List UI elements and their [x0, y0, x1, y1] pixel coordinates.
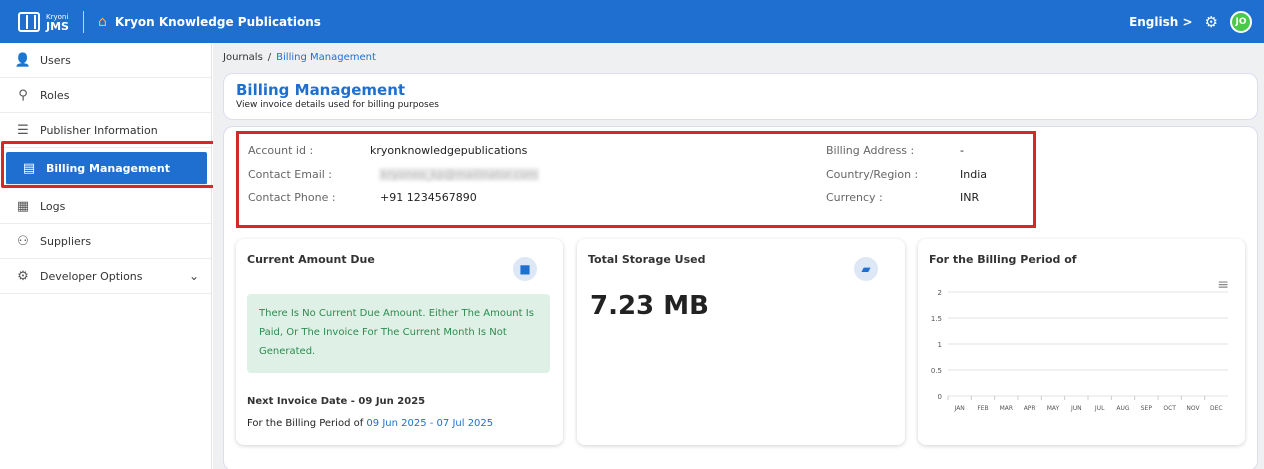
- suppliers-icon: ⚇: [17, 233, 29, 249]
- home-icon[interactable]: ⌂: [98, 14, 107, 30]
- card-title: Total Storage Used: [588, 253, 706, 266]
- current-amount-due-card: Current Amount Due ■ There Is No Current…: [236, 239, 563, 445]
- x-tick-label: NOV: [1186, 405, 1200, 412]
- contact-email-value: kryoneo_kp@mailinator.com: [379, 168, 540, 181]
- breadcrumb-journals[interactable]: Journals: [223, 52, 263, 63]
- next-invoice-date: Next Invoice Date - 09 Jun 2025: [247, 396, 426, 407]
- top-bar: Kryoni JMS ⌂ Kryon Knowledge Publication…: [0, 0, 1264, 43]
- billing-chart: 0 0.5 1 1.5 2 JAN FEB MAR APR MAY JUN JUL AUG SEP OCT N…: [931, 289, 1228, 412]
- x-tick-label: OCT: [1163, 405, 1176, 412]
- x-tick-label: MAR: [1000, 405, 1013, 412]
- x-tick-label: MAY: [1047, 405, 1060, 412]
- app-logo[interactable]: Kryoni JMS: [18, 11, 69, 33]
- breadcrumb-current[interactable]: Billing Management: [276, 52, 376, 63]
- sidebar-item-users[interactable]: 👤 Users: [0, 43, 211, 78]
- x-tick-label: APR: [1024, 405, 1036, 412]
- sidebar-item-roles[interactable]: ⚲ Roles: [0, 78, 211, 113]
- folder-icon: ▰: [854, 257, 878, 281]
- y-tick-label: 0.5: [931, 367, 942, 375]
- language-selector[interactable]: English >: [1129, 15, 1192, 29]
- sidebar-item-label: Logs: [40, 199, 66, 213]
- contact-email-label: Contact Email :: [248, 168, 333, 181]
- billing-address-label: Billing Address :: [826, 144, 915, 157]
- billing-period-chart-card: For the Billing Period of ≡ 0 0.5 1 1.5 2 JAN…: [918, 239, 1245, 445]
- settings-gear-icon[interactable]: ⚙: [1205, 13, 1218, 31]
- user-avatar[interactable]: JO: [1230, 10, 1252, 33]
- account-id-value: kryonknowledgepublications: [370, 144, 528, 157]
- x-tick-label: FEB: [977, 405, 988, 412]
- y-tick-label: 1: [938, 341, 942, 349]
- breadcrumb: Journals / Billing Management: [223, 52, 376, 63]
- x-tick-label: JUL: [1094, 405, 1105, 412]
- billing-body-card: Account id : kryonknowledgepublications …: [223, 126, 1258, 469]
- sidebar-item-suppliers[interactable]: ⚇ Suppliers: [0, 224, 211, 259]
- sidebar-item-developer-options[interactable]: ⚙ Developer Options ⌄: [0, 259, 211, 294]
- x-tick-label: AUG: [1116, 405, 1129, 412]
- logo-big-text: JMS: [46, 19, 69, 33]
- user-icon: 👤: [14, 52, 32, 68]
- billing-period-range: 09 Jun 2025 - 07 Jul 2025: [366, 418, 494, 429]
- card-title: Current Amount Due: [247, 253, 375, 266]
- x-tick-label: JAN: [954, 405, 965, 412]
- page-header-card: Billing Management View invoice details …: [223, 73, 1258, 120]
- page-subtitle: View invoice details used for billing pu…: [236, 100, 439, 110]
- x-tick-label: JUN: [1070, 405, 1082, 412]
- breadcrumb-separator: /: [267, 52, 272, 63]
- contact-phone-value: +91 1234567890: [380, 191, 477, 204]
- y-tick-label: 1.5: [931, 315, 942, 323]
- billing-period: For the Billing Period of 09 Jun 2025 - …: [247, 418, 493, 429]
- roles-icon: ⚲: [18, 87, 28, 103]
- country-label: Country/Region :: [826, 168, 919, 181]
- sliders-icon: ☰: [17, 122, 29, 138]
- page-title: Billing Management: [236, 81, 406, 99]
- sidebar-item-label: Users: [40, 53, 71, 67]
- billing-period-label: For the Billing Period of: [247, 418, 364, 429]
- highlight-annotation-box: [1, 141, 221, 188]
- country-value: India: [960, 168, 987, 181]
- total-storage-card: Total Storage Used ▰ 7.23 MB: [577, 239, 905, 445]
- account-info-box: Account id : kryonknowledgepublications …: [236, 131, 1036, 228]
- card-title: For the Billing Period of: [929, 253, 1077, 266]
- x-tick-label: DEC: [1210, 405, 1223, 412]
- x-tick-label: SEP: [1141, 405, 1153, 412]
- logs-icon: ▦: [16, 198, 30, 214]
- sidebar-item-logs[interactable]: ▦ Logs: [0, 189, 211, 224]
- currency-label: Currency :: [826, 191, 883, 204]
- sidebar-item-label: Developer Options: [40, 269, 143, 283]
- storage-value: 7.23 MB: [590, 291, 709, 321]
- sidebar-item-label: Roles: [40, 88, 70, 102]
- gear-icon: ⚙: [17, 268, 29, 284]
- sidebar-item-label: Publisher Information: [40, 123, 158, 137]
- y-tick-label: 2: [938, 289, 942, 297]
- y-tick-label: 0: [938, 393, 942, 401]
- topbar-divider: [82, 10, 84, 33]
- no-due-notice: There Is No Current Due Amount. Either T…: [247, 294, 550, 373]
- chevron-down-icon[interactable]: ⌄: [189, 269, 199, 283]
- currency-value: INR: [960, 191, 980, 204]
- book-logo-icon: [18, 11, 40, 32]
- org-name[interactable]: Kryon Knowledge Publications: [115, 15, 321, 29]
- briefcase-icon: ■: [513, 257, 537, 281]
- billing-address-value: -: [960, 144, 964, 157]
- sidebar-item-label: Suppliers: [40, 234, 92, 248]
- main-content: Journals / Billing Management Billing Mana…: [213, 43, 1264, 469]
- account-id-label: Account id :: [248, 144, 314, 157]
- contact-phone-label: Contact Phone :: [248, 191, 336, 204]
- sidebar: 👤 Users ⚲ Roles ☰ Publisher Information …: [0, 43, 212, 469]
